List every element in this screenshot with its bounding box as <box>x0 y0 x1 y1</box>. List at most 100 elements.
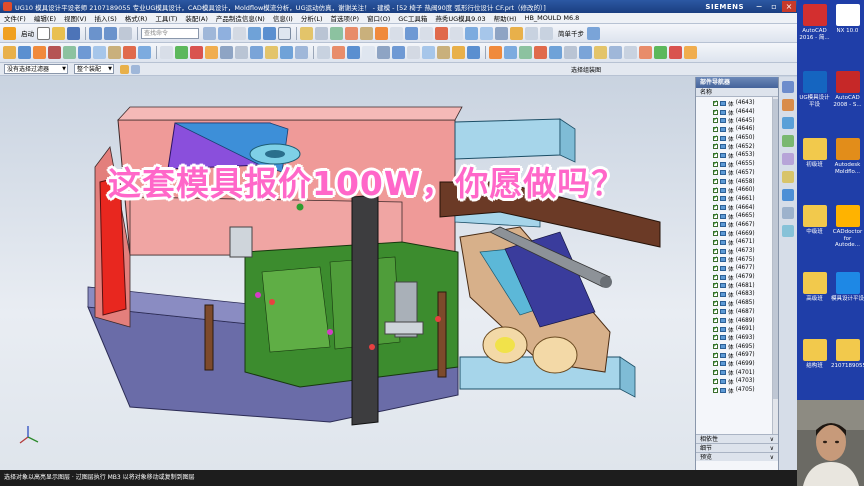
visibility-checkbox[interactable] <box>713 359 718 367</box>
menu-item[interactable]: HB_MOULD M6.8 <box>521 14 584 22</box>
menu-item[interactable]: 插入(S) <box>91 13 121 23</box>
select-group-label[interactable]: 选择组装图 <box>571 65 601 74</box>
pattern-icon[interactable] <box>235 46 248 59</box>
sketch-icon[interactable] <box>3 46 16 59</box>
menu-item[interactable]: 窗口(O) <box>363 13 394 23</box>
visibility-checkbox[interactable] <box>713 116 718 124</box>
slider-icon[interactable] <box>549 46 562 59</box>
visibility-checkbox[interactable] <box>713 99 718 106</box>
extrude-icon[interactable] <box>18 46 31 59</box>
mold-wizard-icon[interactable] <box>489 46 502 59</box>
transform-icon[interactable] <box>510 26 523 40</box>
desktop-shortcut[interactable]: UG模具设计 平设 <box>798 71 831 108</box>
visibility-checkbox[interactable] <box>713 160 718 167</box>
assembly-navigator-icon[interactable] <box>782 81 794 93</box>
navigator-body-row[interactable]: 体(4671) <box>696 238 778 247</box>
visibility-checkbox[interactable] <box>713 281 718 289</box>
visibility-checkbox[interactable] <box>713 125 718 132</box>
navigator-body-row[interactable]: 体(4669) <box>696 229 778 238</box>
web-browser-icon[interactable] <box>782 189 794 201</box>
menu-item[interactable]: 首选项(P) <box>327 13 364 23</box>
subtract-icon[interactable] <box>190 46 203 59</box>
menu-item[interactable]: 视图(V) <box>60 13 91 23</box>
menu-item[interactable]: 燕秀UG模具9.03 <box>431 13 489 23</box>
visibility-checkbox[interactable] <box>713 299 718 306</box>
navigator-body-row[interactable]: 体(4652) <box>696 142 778 151</box>
visibility-checkbox[interactable] <box>713 194 718 202</box>
close-button[interactable]: × <box>782 1 796 12</box>
unite-icon[interactable] <box>175 46 188 59</box>
visibility-checkbox[interactable] <box>713 108 718 115</box>
navigator-body-row[interactable]: 体(4655) <box>696 160 778 169</box>
navigator-body-row[interactable]: 体(4691) <box>696 325 778 334</box>
check-icon[interactable] <box>639 46 652 59</box>
navigator-body-row[interactable]: 体(4643) <box>696 99 778 108</box>
roles-icon[interactable] <box>782 207 794 219</box>
navigator-body-row[interactable]: 体(4664) <box>696 203 778 212</box>
menu-item[interactable]: 格式(R) <box>121 13 152 23</box>
bom-icon[interactable] <box>609 46 622 59</box>
cooling-icon[interactable] <box>579 46 592 59</box>
desktop-shortcut[interactable]: NX 10.0 <box>831 4 864 35</box>
visibility-checkbox[interactable] <box>713 273 718 280</box>
shell-icon[interactable] <box>123 46 136 59</box>
datum-axis-icon[interactable] <box>347 46 360 59</box>
drawing-icon[interactable] <box>624 46 637 59</box>
measure-icon[interactable] <box>360 26 373 40</box>
fit-view-icon[interactable] <box>218 26 231 40</box>
visibility-checkbox[interactable] <box>713 220 718 228</box>
draft-icon[interactable] <box>317 46 330 59</box>
select-icon[interactable] <box>405 26 418 40</box>
intersect-curve-icon[interactable] <box>452 46 465 59</box>
navigator-body-row[interactable]: 体(4646) <box>696 125 778 134</box>
visibility-checkbox[interactable] <box>713 290 718 297</box>
desktop-shortcut[interactable]: AutoCAD 2008 - S... <box>831 71 864 108</box>
view-orient-icon[interactable] <box>203 26 216 40</box>
navigator-body-row[interactable]: 体(4699) <box>696 359 778 368</box>
split-icon[interactable] <box>160 46 173 59</box>
visibility-checkbox[interactable] <box>713 386 718 393</box>
trim-icon[interactable] <box>138 46 151 59</box>
visibility-checkbox[interactable] <box>713 368 718 376</box>
csys-icon[interactable] <box>435 26 448 40</box>
plane-icon[interactable] <box>480 26 493 40</box>
intersect-icon[interactable] <box>205 46 218 59</box>
desktop-shortcut[interactable]: 初级班 <box>798 138 831 169</box>
navigator-body-row[interactable]: 体(4677) <box>696 264 778 273</box>
constraint-navigator-icon[interactable] <box>782 99 794 111</box>
command-search-input[interactable]: 查找命令 <box>141 27 199 39</box>
extra-icon[interactable] <box>587 26 600 40</box>
analysis-icon[interactable] <box>684 46 697 59</box>
insert-mold-base-icon[interactable] <box>504 46 517 59</box>
graphics-viewport[interactable]: 这套模具报价100W，你愿做吗？ <box>0 77 695 470</box>
visibility-checkbox[interactable] <box>713 316 718 324</box>
desktop-shortcut[interactable]: Autodesk Moldflo... <box>831 138 864 175</box>
visibility-checkbox[interactable] <box>713 168 718 176</box>
zoom-icon[interactable] <box>233 26 246 40</box>
visibility-checkbox[interactable] <box>713 151 718 158</box>
desktop-shortcut[interactable]: CADdoctor for Autode... <box>831 205 864 249</box>
navigator-body-row[interactable]: 体(4685) <box>696 299 778 308</box>
navigator-body-row[interactable]: 体(4645) <box>696 116 778 125</box>
process-studio-icon[interactable] <box>782 171 794 183</box>
copy-icon[interactable] <box>119 26 132 40</box>
reuse-library-icon[interactable] <box>782 135 794 147</box>
wireframe-icon[interactable] <box>278 26 291 40</box>
offset-face-icon[interactable] <box>250 46 263 59</box>
undo-icon[interactable] <box>89 26 102 40</box>
menu-item[interactable]: 文件(F) <box>0 13 30 23</box>
desktop-shortcut[interactable]: 结构班 <box>798 339 831 370</box>
visibility-checkbox[interactable] <box>713 186 718 193</box>
menu-item[interactable]: 帮助(H) <box>490 13 521 23</box>
navigator-body-row[interactable]: 体(4703) <box>696 377 778 386</box>
desktop-shortcut[interactable]: AutoCAD 2016 - 简... <box>798 4 831 41</box>
layer-icon[interactable] <box>300 26 313 40</box>
edit-icon[interactable] <box>390 26 403 40</box>
datum-plane-icon[interactable] <box>332 46 345 59</box>
arc-icon[interactable] <box>407 46 420 59</box>
visibility-checkbox[interactable] <box>713 264 718 271</box>
visibility-checkbox[interactable] <box>713 177 718 185</box>
menu-item[interactable]: 编辑(E) <box>30 13 60 23</box>
save-icon[interactable] <box>67 26 80 40</box>
navigator-panel-header[interactable]: 细节 ∨ <box>696 443 778 452</box>
